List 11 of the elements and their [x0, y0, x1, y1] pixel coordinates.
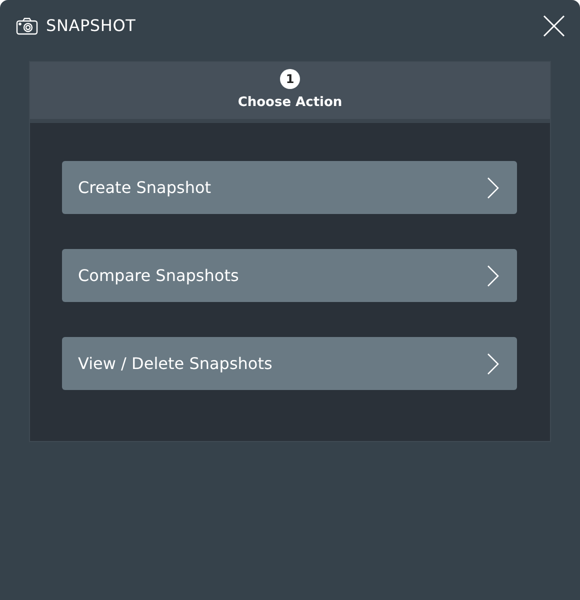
action-button[interactable]: View / Delete Snapshots [62, 337, 517, 390]
window-title: SNAPSHOT [46, 15, 136, 37]
action-button[interactable]: Compare Snapshots [62, 249, 517, 302]
step-label: Choose Action [238, 94, 342, 112]
action-button[interactable]: Create Snapshot [62, 161, 517, 214]
chevron-icon [487, 264, 499, 286]
step-number: 1 [280, 68, 300, 89]
chevron-icon [487, 176, 499, 198]
camera-icon [16, 17, 38, 35]
chevron-icon [487, 352, 499, 374]
close-button[interactable] [542, 14, 566, 38]
